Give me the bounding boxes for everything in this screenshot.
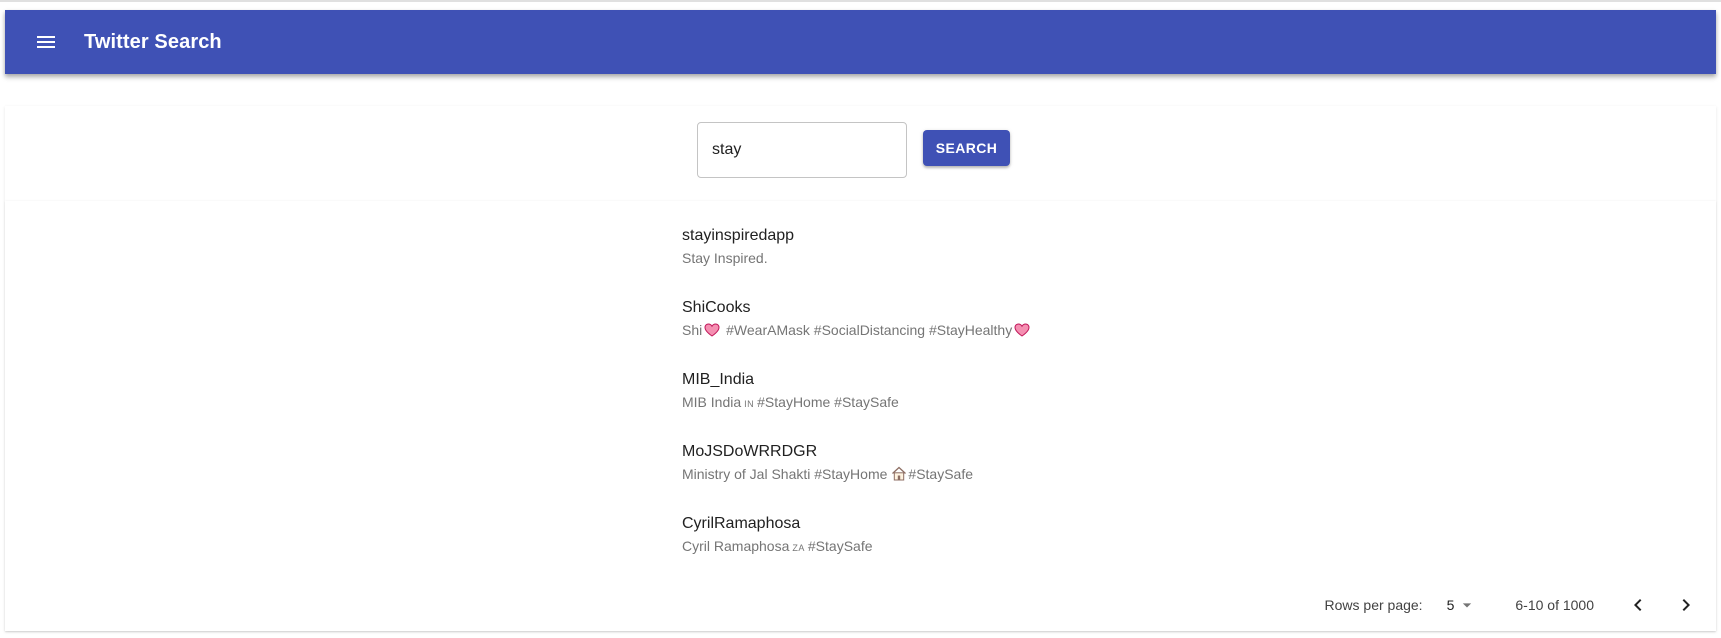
heart-icon <box>704 323 720 337</box>
table-pagination: Rows per page: 5 6-10 of 1000 <box>5 579 1716 631</box>
dropdown-arrow-icon <box>1463 603 1472 608</box>
app-title: Twitter Search <box>84 30 222 53</box>
result-username: MoJSDoWRRDGR <box>682 443 818 460</box>
rows-per-page-value: 5 <box>1446 597 1455 613</box>
list-item[interactable]: MIB_India MIB India IN #StayHome #StaySafe <box>5 362 1716 434</box>
search-input[interactable] <box>697 122 907 178</box>
description-text: Ministry of Jal Shakti #StayHome <box>682 466 888 482</box>
result-list: stayinspiredapp Stay Inspired. ShiCooks … <box>5 218 1716 578</box>
search-button[interactable]: SEARCH <box>923 130 1010 166</box>
heart-icon <box>1014 323 1030 337</box>
house-icon <box>892 466 907 481</box>
page-range: 6-10 of 1000 <box>1515 597 1594 613</box>
list-item[interactable]: MoJSDoWRRDGR Ministry of Jal Shakti #Sta… <box>5 434 1716 506</box>
description-text: MIB India <box>682 394 742 410</box>
description-hashtags: #StayHome #StaySafe <box>757 394 899 410</box>
result-username: stayinspiredapp <box>682 227 795 244</box>
result-username: MIB_India <box>682 371 755 388</box>
app-bar: Twitter Search <box>5 10 1716 74</box>
chevron-left-icon <box>1634 599 1642 611</box>
list-item[interactable]: ShiCooks Shi #WearAMask #SocialDistancin… <box>5 290 1716 362</box>
rows-per-page-select[interactable]: 5 <box>1447 595 1478 615</box>
description-text: Cyril Ramaphosa <box>682 538 790 554</box>
result-username: ShiCooks <box>682 299 751 316</box>
top-border <box>0 0 1721 2</box>
list-item[interactable]: stayinspiredapp Stay Inspired. <box>5 218 1716 290</box>
search-panel: SEARCH <box>5 106 1716 201</box>
result-description: MIB India IN #StayHome #StaySafe <box>682 391 1716 415</box>
result-description: Stay Inspired. <box>682 250 768 266</box>
result-username: CyrilRamaphosa <box>682 515 801 532</box>
previous-page-button[interactable] <box>1614 581 1662 629</box>
next-page-button[interactable] <box>1662 581 1710 629</box>
flag-za-icon: ZA <box>792 543 805 553</box>
flag-in-icon: IN <box>744 399 755 409</box>
result-description: Cyril Ramaphosa ZA #StaySafe <box>682 535 1716 559</box>
chevron-right-icon <box>1682 599 1690 611</box>
description-hashtags: #StaySafe <box>908 466 974 482</box>
description-hashtags: #StaySafe <box>807 538 873 554</box>
list-item[interactable]: CyrilRamaphosa Cyril Ramaphosa ZA #StaySaf… <box>5 506 1716 578</box>
results-panel: stayinspiredapp Stay Inspired. ShiCooks … <box>5 201 1716 631</box>
result-description: Shi #WearAMask #SocialDistancing #StayHe… <box>682 319 1716 341</box>
description-hashtags: #WearAMask #SocialDistancing #StayHealth… <box>726 322 1013 338</box>
hamburger-menu-icon <box>37 36 55 48</box>
menu-button[interactable] <box>22 18 70 66</box>
description-text: Shi <box>682 322 703 338</box>
rows-per-page-label: Rows per page: <box>1324 597 1423 613</box>
result-description: Ministry of Jal Shakti #StayHome #StaySaf… <box>682 463 1716 485</box>
